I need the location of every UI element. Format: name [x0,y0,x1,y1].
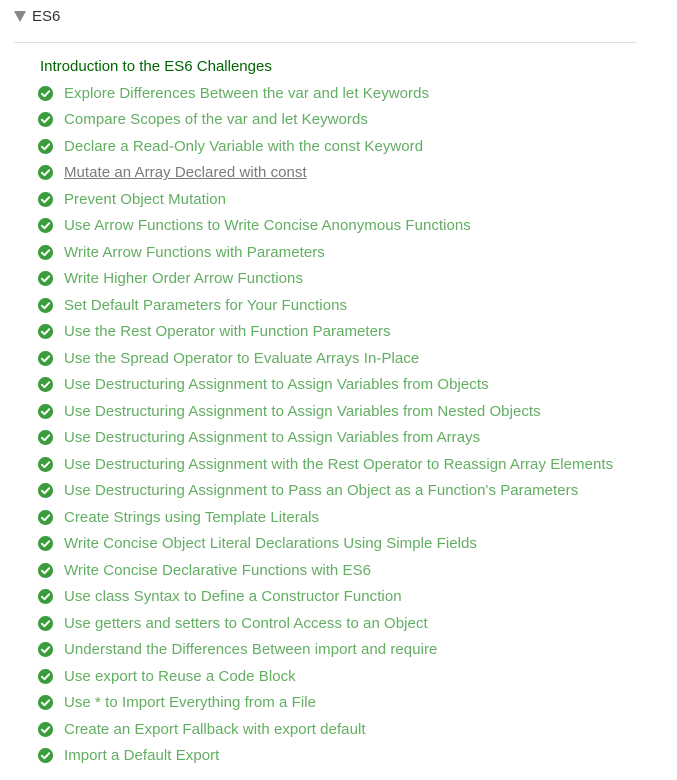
challenge-item: Use Arrow Functions to Write Concise Ano… [38,213,613,240]
challenge-item: Use the Spread Operator to Evaluate Arra… [38,345,613,372]
check-circle-icon [38,642,53,658]
check-circle-icon [38,138,53,154]
check-circle-icon [38,536,53,552]
challenge-item: Mutate an Array Declared with const [38,160,613,187]
challenge-item: Use Destructuring Assignment with the Re… [38,451,613,478]
challenge-link[interactable]: Set Default Parameters for Your Function… [64,297,347,314]
challenge-item: Create Strings using Template Literals [38,504,613,531]
check-circle-icon [38,165,53,181]
section-divider [14,42,636,43]
challenge-item: Use Destructuring Assignment to Pass an … [38,478,613,505]
challenge-link[interactable]: Use the Rest Operator with Function Para… [64,323,391,340]
challenge-item: Use * to Import Everything from a File [38,690,613,717]
challenge-link[interactable]: Declare a Read-Only Variable with the co… [64,138,423,155]
check-circle-icon [38,483,53,499]
challenge-item: Prevent Object Mutation [38,186,613,213]
challenge-item: Use Destructuring Assignment to Assign V… [38,425,613,452]
challenge-item: Use the Rest Operator with Function Para… [38,319,613,346]
section-title: ES6 [32,7,61,25]
challenge-item: Write Higher Order Arrow Functions [38,266,613,293]
challenge-item: Use getters and setters to Control Acces… [38,610,613,637]
challenge-item: Set Default Parameters for Your Function… [38,292,613,319]
intro-link[interactable]: Introduction to the ES6 Challenges [40,58,272,76]
challenge-link[interactable]: Use the Spread Operator to Evaluate Arra… [64,350,419,367]
challenge-item: Use export to Reuse a Code Block [38,663,613,690]
challenge-link[interactable]: Use Arrow Functions to Write Concise Ano… [64,217,471,234]
challenge-link[interactable]: Compare Scopes of the var and let Keywor… [64,111,368,128]
challenge-item: Explore Differences Between the var and … [38,80,613,107]
check-circle-icon [38,615,53,631]
check-circle-icon [38,748,53,764]
challenge-list: Explore Differences Between the var and … [38,80,613,769]
challenge-link[interactable]: Explore Differences Between the var and … [64,85,429,102]
challenge-item: Use class Syntax to Define a Constructor… [38,584,613,611]
challenge-link[interactable]: Use Destructuring Assignment with the Re… [64,456,613,473]
check-circle-icon [38,85,53,101]
challenge-item: Create an Export Fallback with export de… [38,716,613,743]
check-circle-icon [38,191,53,207]
check-circle-icon [38,509,53,525]
section-toggle[interactable]: ES6 [14,4,60,28]
challenge-item: Use Destructuring Assignment to Assign V… [38,398,613,425]
check-circle-icon [38,562,53,578]
challenge-link[interactable]: Understand the Differences Between impor… [64,641,437,658]
challenge-item: Write Arrow Functions with Parameters [38,239,613,266]
challenge-item: Import a Default Export [38,743,613,770]
challenge-link[interactable]: Use Destructuring Assignment to Assign V… [64,376,489,393]
check-circle-icon [38,403,53,419]
challenge-link[interactable]: Create an Export Fallback with export de… [64,721,366,738]
challenge-link[interactable]: Write Concise Declarative Functions with… [64,562,371,579]
challenge-item: Use Destructuring Assignment to Assign V… [38,372,613,399]
challenge-link[interactable]: Mutate an Array Declared with const [64,164,307,181]
challenge-item: Compare Scopes of the var and let Keywor… [38,107,613,134]
challenge-link[interactable]: Write Concise Object Literal Declaration… [64,535,477,552]
check-circle-icon [38,297,53,313]
check-circle-icon [38,377,53,393]
check-circle-icon [38,324,53,340]
challenge-link[interactable]: Use Destructuring Assignment to Assign V… [64,403,541,420]
challenge-link[interactable]: Use Destructuring Assignment to Assign V… [64,429,480,446]
challenge-link[interactable]: Use * to Import Everything from a File [64,694,316,711]
check-circle-icon [38,350,53,366]
challenge-link[interactable]: Write Arrow Functions with Parameters [64,244,325,261]
check-circle-icon [38,456,53,472]
check-circle-icon [38,721,53,737]
challenge-link[interactable]: Create Strings using Template Literals [64,509,319,526]
challenge-link[interactable]: Import a Default Export [64,747,219,764]
challenge-item: Understand the Differences Between impor… [38,637,613,664]
check-circle-icon [38,668,53,684]
check-circle-icon [38,695,53,711]
check-circle-icon [38,218,53,234]
challenge-link[interactable]: Use getters and setters to Control Acces… [64,615,428,632]
challenge-link[interactable]: Use export to Reuse a Code Block [64,668,296,685]
check-circle-icon [38,589,53,605]
caret-down-icon [14,11,26,22]
challenge-link[interactable]: Use class Syntax to Define a Constructor… [64,588,402,605]
challenge-item: Declare a Read-Only Variable with the co… [38,133,613,160]
check-circle-icon [38,244,53,260]
check-circle-icon [38,112,53,128]
challenge-link[interactable]: Prevent Object Mutation [64,191,226,208]
check-circle-icon [38,430,53,446]
challenge-item: Write Concise Declarative Functions with… [38,557,613,584]
challenge-link[interactable]: Write Higher Order Arrow Functions [64,270,303,287]
check-circle-icon [38,271,53,287]
challenge-item: Write Concise Object Literal Declaration… [38,531,613,558]
challenge-link[interactable]: Use Destructuring Assignment to Pass an … [64,482,578,499]
